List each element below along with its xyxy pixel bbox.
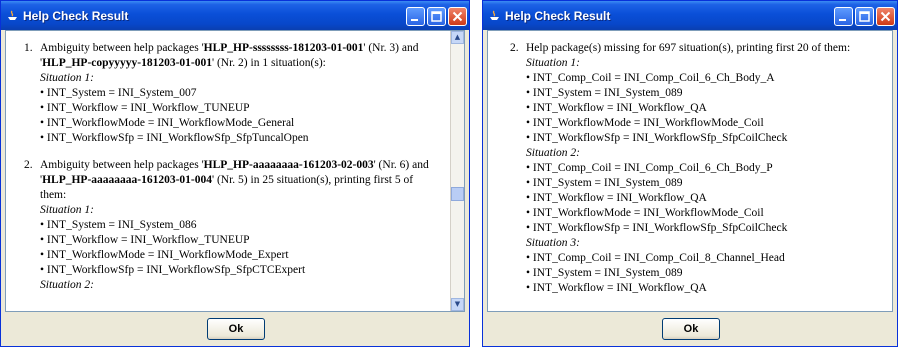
maximize-button[interactable] — [427, 7, 446, 26]
situation-line: INT_System = INI_System_007 — [40, 86, 442, 101]
situation-label: Situation 1: — [526, 57, 580, 69]
package-name: HLP_HP-copyyyyy-181203-01-001 — [42, 57, 213, 69]
situation-line: INT_Comp_Coil = INI_Comp_Coil_6_Ch_Body_… — [526, 161, 888, 176]
arrow-up-icon: ▲ — [454, 33, 461, 41]
missing-message: Help package(s) missing for 697 situatio… — [526, 42, 851, 54]
window-title: Help Check Result — [505, 9, 611, 23]
minimize-icon — [839, 19, 846, 21]
situation-line: INT_WorkflowMode = INI_WorkflowMode_Coil — [526, 206, 888, 221]
help-check-result-window-right: Help Check Result 2. Help package(s) mis… — [482, 0, 898, 347]
maximize-icon — [431, 11, 442, 22]
list-item: 2. Ambiguity between help packages 'HLP_… — [24, 158, 442, 293]
scroll-down-button[interactable]: ▼ — [451, 298, 464, 311]
situation-label: Situation 3: — [526, 237, 580, 249]
help-check-result-window-left: Help Check Result 1. Ambiguity between h… — [0, 0, 470, 347]
scrollbar-thumb[interactable] — [451, 187, 464, 201]
dialog-footer: Ok — [1, 312, 469, 346]
title-bar[interactable]: Help Check Result — [1, 1, 469, 30]
situation-line: INT_System = INI_System_089 — [526, 86, 888, 101]
situation-line: INT_WorkflowSfp = INI_WorkflowSfp_SfpCoi… — [526, 131, 888, 146]
package-name: HLP_HP-ssssssss-181203-01-001 — [203, 42, 364, 54]
situation-line: INT_Comp_Coil = INI_Comp_Coil_6_Ch_Body_… — [526, 71, 888, 86]
title-bar[interactable]: Help Check Result — [483, 1, 897, 30]
situation-line: INT_Workflow = INI_Workflow_TUNEUP — [40, 101, 442, 116]
vertical-scrollbar[interactable]: ▲ ▼ — [450, 31, 464, 311]
scroll-up-button[interactable]: ▲ — [451, 31, 464, 44]
situation-line: INT_WorkflowMode = INI_WorkflowMode_Coil — [526, 116, 888, 131]
minimize-button[interactable] — [834, 7, 853, 26]
arrow-down-icon: ▼ — [454, 300, 461, 308]
situation-line: INT_Workflow = INI_Workflow_QA — [526, 101, 888, 116]
situation-line: INT_WorkflowSfp = INI_WorkflowSfp_SfpCTC… — [40, 263, 442, 278]
window-title: Help Check Result — [23, 9, 129, 23]
desktop-gap — [470, 0, 482, 347]
situation-line: INT_System = INI_System_089 — [526, 266, 888, 281]
list-item: 2. Help package(s) missing for 697 situa… — [510, 41, 888, 296]
close-button[interactable] — [876, 7, 895, 26]
package-name: HLP_HP-aaaaaaaa-161203-01-004 — [42, 174, 213, 186]
item-number: 1. — [24, 42, 33, 54]
situation-label: Situation 2: — [526, 147, 580, 159]
item-number: 2. — [24, 159, 33, 171]
close-icon — [880, 11, 891, 22]
situation-line: INT_System = INI_System_086 — [40, 218, 442, 233]
situation-label: Situation 1: — [40, 72, 94, 84]
minimize-button[interactable] — [406, 7, 425, 26]
result-content-pane[interactable]: 1. Ambiguity between help packages 'HLP_… — [5, 30, 465, 312]
situation-line: INT_Workflow = INI_Workflow_TUNEUP — [40, 233, 442, 248]
maximize-icon — [859, 11, 870, 22]
maximize-button[interactable] — [855, 7, 874, 26]
situation-line: INT_System = INI_System_089 — [526, 176, 888, 191]
situation-line: INT_WorkflowSfp = INI_WorkflowSfp_SfpTun… — [40, 131, 442, 146]
result-content-pane[interactable]: 2. Help package(s) missing for 697 situa… — [487, 30, 893, 312]
dialog-footer: Ok — [483, 312, 897, 346]
situation-label: Situation 1: — [40, 204, 94, 216]
minimize-icon — [411, 19, 418, 21]
situation-line: INT_Comp_Coil = INI_Comp_Coil_8_Channel_… — [526, 251, 888, 266]
situation-line: INT_WorkflowMode = INI_WorkflowMode_Gene… — [40, 116, 442, 131]
ok-button[interactable]: Ok — [662, 318, 720, 340]
package-name: HLP_HP-aaaaaaaa-161203-02-003 — [203, 159, 374, 171]
situation-line: INT_Workflow = INI_Workflow_QA — [526, 281, 888, 296]
ok-button[interactable]: Ok — [207, 318, 265, 340]
close-button[interactable] — [448, 7, 467, 26]
situation-label: Situation 2: — [40, 279, 94, 291]
result-text: 1. Ambiguity between help packages 'HLP_… — [6, 31, 450, 311]
situation-line: INT_WorkflowSfp = INI_WorkflowSfp_SfpCoi… — [526, 221, 888, 236]
list-item: 1. Ambiguity between help packages 'HLP_… — [24, 41, 442, 146]
item-number: 2. — [510, 42, 519, 54]
java-icon — [490, 10, 499, 20]
result-text: 2. Help package(s) missing for 697 situa… — [488, 31, 892, 311]
java-icon — [8, 10, 17, 20]
situation-line: INT_WorkflowMode = INI_WorkflowMode_Expe… — [40, 248, 442, 263]
ambiguity-message: Ambiguity between help packages 'HLP_HP-… — [40, 159, 429, 201]
situation-line: INT_Workflow = INI_Workflow_QA — [526, 191, 888, 206]
close-icon — [452, 11, 463, 22]
ambiguity-message: Ambiguity between help packages 'HLP_HP-… — [40, 42, 419, 69]
